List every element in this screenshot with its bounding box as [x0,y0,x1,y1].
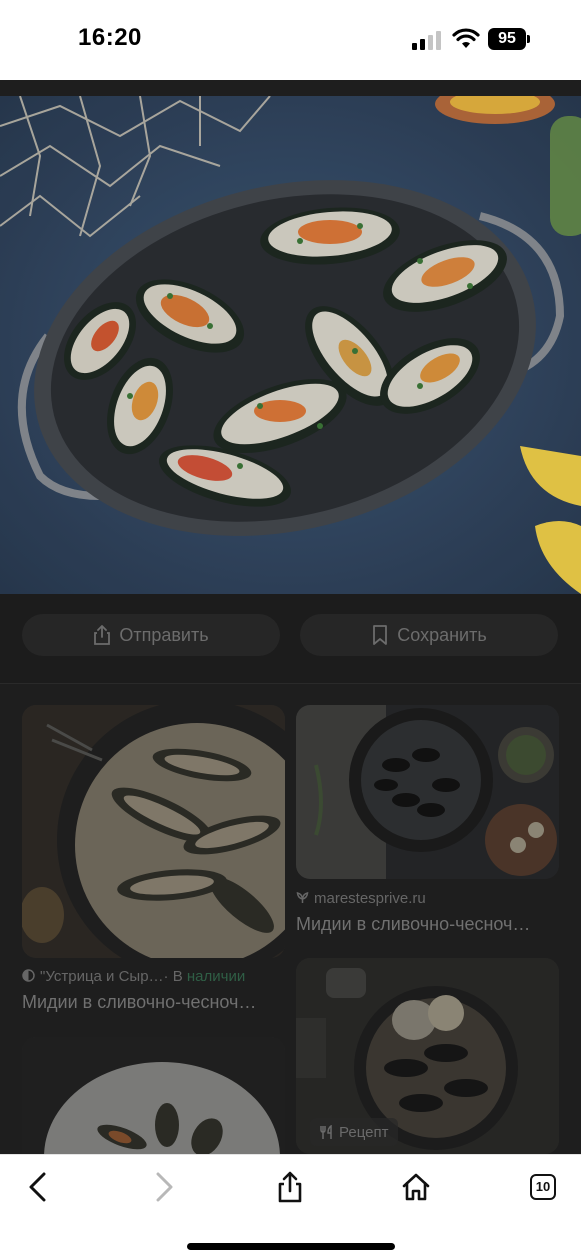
recipe-badge: Рецепт [310,1118,399,1146]
result-title[interactable]: Мидии в сливочно-чесноч… [296,914,559,935]
search-results-page: Отправить Сохранить "Устрица и Сыр…· В н… [0,80,581,1154]
tabs-icon: 10 [530,1174,556,1200]
hero-image[interactable] [0,96,581,594]
share-page-button[interactable] [272,1169,308,1205]
recipe-badge-label: Рецепт [339,1123,389,1141]
result-source[interactable]: marestesprive.ru [296,890,559,907]
status-time: 16:20 [78,24,142,51]
result-source-name: "Устрица и Сыр… [40,968,164,985]
availability-prefix: · В [163,968,187,985]
site-favicon-icon [296,892,309,903]
result-image[interactable] [22,705,285,958]
result-image[interactable] [296,705,559,879]
forward-icon [156,1172,173,1202]
tabs-button[interactable]: 10 [525,1169,561,1205]
home-icon [402,1173,430,1201]
availability-status: наличии [186,968,246,985]
home-indicator[interactable] [187,1243,395,1250]
result-image[interactable] [22,1037,285,1154]
share-icon [94,625,111,645]
share-button[interactable]: Отправить [22,614,280,656]
browser-toolbar: 10 [0,1154,581,1260]
share-button-label: Отправить [119,624,209,645]
signal-icon [412,31,441,50]
battery-indicator: 95 [488,28,530,50]
battery-tip [527,35,530,43]
result-title[interactable]: Мидии в сливочно-чесноч… [22,992,285,1013]
back-button[interactable] [20,1169,56,1205]
battery-level: 95 [488,28,526,50]
bookmark-icon [373,625,388,645]
back-icon [29,1172,46,1202]
share-icon [278,1171,302,1203]
result-source[interactable]: "Устрица и Сыр…· В наличии [22,968,285,985]
cutlery-icon [320,1124,332,1139]
home-button[interactable] [398,1169,434,1205]
wifi-icon [452,28,480,48]
site-favicon-icon [22,969,35,982]
forward-button[interactable] [146,1169,182,1205]
save-button[interactable]: Сохранить [300,614,558,656]
result-source-name: marestesprive.ru [314,890,426,907]
save-button-label: Сохранить [397,624,487,645]
status-bar: 16:20 95 [0,0,581,80]
image-actions: Отправить Сохранить [0,594,581,684]
